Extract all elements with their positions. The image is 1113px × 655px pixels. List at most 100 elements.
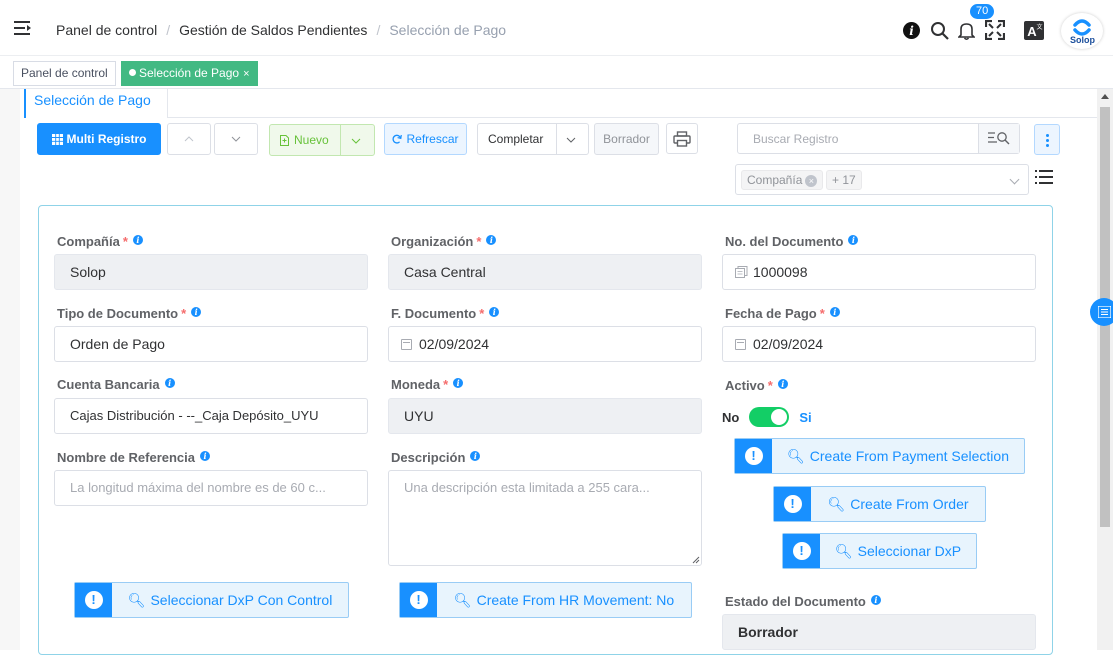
- multi-registro-button[interactable]: Multi Registro: [37, 123, 161, 155]
- search-input[interactable]: Buscar Registro: [737, 123, 1020, 154]
- compania-field: Solop: [54, 254, 368, 290]
- field-label-organizacion: Organización * i: [391, 234, 497, 249]
- chevron-down-icon[interactable]: [351, 138, 361, 144]
- search-fields-select[interactable]: Compañía × + 17: [735, 164, 1029, 195]
- chevron-down-icon[interactable]: [566, 137, 576, 143]
- refrescar-button[interactable]: Refrescar: [384, 123, 467, 155]
- refresh-icon: [392, 134, 403, 144]
- close-icon[interactable]: ×: [805, 175, 818, 187]
- button-label: Create From HR Movement: No: [476, 592, 675, 608]
- field-label-tipo-documento: Tipo de Documento * i: [57, 306, 202, 321]
- search-icon: 🔍︎: [127, 591, 146, 608]
- search-icon: 🔍︎: [453, 591, 472, 608]
- list-search-icon: [988, 132, 1010, 145]
- info-icon: i: [453, 378, 464, 388]
- more-options-button[interactable]: [1034, 124, 1060, 155]
- fecha-pago-value: 02/09/2024: [753, 336, 824, 352]
- multi-registro-label: Multi Registro: [66, 132, 147, 146]
- info-icon: i: [777, 379, 788, 389]
- fullscreen-icon[interactable]: [985, 20, 1005, 40]
- info-icon: i: [470, 451, 481, 461]
- notification-badge: 70: [970, 4, 995, 19]
- tags-view: Panel de control Selección de Pago ×: [0, 57, 1113, 89]
- calendar-icon: [401, 339, 412, 350]
- tab-seleccion-de-pago[interactable]: Selección de Pago ×: [121, 61, 258, 86]
- create-from-order-button[interactable]: ! 🔍︎ Create From Order: [773, 486, 986, 522]
- nombre-referencia-field[interactable]: La longitud máxima del nombre es de 60 c…: [54, 470, 368, 506]
- warning-icon: !: [400, 583, 437, 617]
- user-avatar[interactable]: Solop: [1061, 13, 1103, 49]
- previous-record-button[interactable]: [167, 123, 211, 155]
- chevron-down-icon[interactable]: [1009, 174, 1020, 185]
- top-navbar: Panel de control / Gestión de Saldos Pen…: [0, 0, 1113, 56]
- warning-icon: !: [735, 439, 772, 473]
- info-icon: i: [200, 451, 210, 461]
- activo-switch-row: No Si: [722, 407, 812, 427]
- field-label-descripcion: Descripción i: [391, 450, 481, 465]
- svg-text:i: i: [909, 24, 914, 38]
- tipo-documento-field[interactable]: Orden de Pago: [54, 326, 368, 362]
- button-label: Seleccionar DxP: [857, 543, 962, 559]
- completar-label: Completar: [488, 132, 544, 146]
- activo-switch[interactable]: [749, 407, 790, 427]
- breadcrumb-item-gestion[interactable]: Gestión de Saldos Pendientes: [179, 22, 367, 38]
- chevron-up-icon: [184, 136, 194, 142]
- hamburger-menu-icon[interactable]: [14, 20, 32, 36]
- search-icon[interactable]: [930, 21, 949, 40]
- nuevo-button[interactable]: Nuevo: [269, 124, 375, 156]
- moneda-field: UYU: [388, 398, 702, 434]
- info-icon: i: [870, 595, 881, 605]
- filter-chip-compania[interactable]: Compañía ×: [741, 170, 824, 190]
- svg-text:文: 文: [1036, 23, 1042, 31]
- language-icon[interactable]: A 文: [1024, 21, 1044, 40]
- search-placeholder: Buscar Registro: [753, 132, 839, 146]
- field-label-no-documento: No. del Documento i: [725, 234, 859, 249]
- window-tab[interactable]: Selección de Pago: [24, 89, 168, 118]
- descripcion-textarea[interactable]: Una descripción esta limitada a 255 cara…: [388, 470, 702, 566]
- no-documento-field[interactable]: 1000098: [722, 254, 1036, 290]
- nuevo-label: Nuevo: [294, 133, 329, 147]
- list-icon: [1098, 306, 1111, 318]
- column-list-icon[interactable]: [1035, 169, 1053, 185]
- no-documento-value: 1000098: [753, 264, 808, 280]
- tab-panel-de-control[interactable]: Panel de control: [13, 61, 116, 86]
- breadcrumb-item-current: Selección de Pago: [389, 22, 507, 38]
- table-icon: [51, 133, 63, 145]
- fecha-pago-field[interactable]: 02/09/2024: [722, 326, 1036, 362]
- completar-button[interactable]: Completar: [477, 123, 589, 155]
- create-from-payment-selection-button[interactable]: ! 🔍︎ Create From Payment Selection: [734, 438, 1025, 474]
- cuenta-bancaria-field[interactable]: Cajas Distribución - --_Caja Depósito_UY…: [54, 398, 368, 434]
- resize-handle-icon[interactable]: [692, 556, 700, 564]
- warning-icon: !: [783, 534, 820, 568]
- breadcrumb: Panel de control / Gestión de Saldos Pen…: [56, 22, 507, 38]
- panel-toggle-button[interactable]: [1090, 298, 1113, 326]
- f-documento-value: 02/09/2024: [419, 336, 490, 352]
- filter-chip-more: + 17: [826, 170, 862, 190]
- search-button[interactable]: [978, 124, 1019, 153]
- refrescar-label: Refrescar: [406, 132, 459, 146]
- chip-label: Compañía: [747, 173, 803, 187]
- next-record-button[interactable]: [214, 123, 258, 155]
- main-content: Selección de Pago Multi Registro Nuevo R…: [0, 89, 1097, 655]
- avatar-label: Solop: [1070, 35, 1095, 45]
- seleccionar-dxp-button[interactable]: ! 🔍︎ Seleccionar DxP: [782, 533, 977, 569]
- scroll-up-arrow-icon[interactable]: [1101, 94, 1109, 99]
- borrador-button[interactable]: Borrador: [594, 123, 659, 155]
- form-card: Compañía * i Solop Organización * i Casa Cen…: [38, 205, 1053, 655]
- info-icon: i: [848, 235, 859, 245]
- close-icon[interactable]: ×: [243, 68, 249, 80]
- info-icon[interactable]: i: [903, 22, 920, 39]
- vertical-scrollbar[interactable]: [1097, 89, 1113, 650]
- calendar-icon: [735, 339, 746, 350]
- f-documento-field[interactable]: 02/09/2024: [388, 326, 702, 362]
- chevron-down-icon: [231, 136, 241, 142]
- breadcrumb-item-panel[interactable]: Panel de control: [56, 22, 157, 38]
- create-from-hr-movement-button[interactable]: ! 🔍︎ Create From HR Movement: No: [399, 582, 692, 618]
- warning-icon: !: [75, 583, 112, 617]
- copy-icon: [735, 266, 748, 278]
- bell-icon[interactable]: [958, 21, 975, 40]
- print-button[interactable]: [666, 123, 698, 154]
- field-label-nombre-referencia: Nombre de Referencia i: [57, 450, 210, 465]
- field-label-compania: Compañía * i: [57, 234, 143, 249]
- seleccionar-dxp-con-control-button[interactable]: ! 🔍︎ Seleccionar DxP Con Control: [74, 582, 349, 618]
